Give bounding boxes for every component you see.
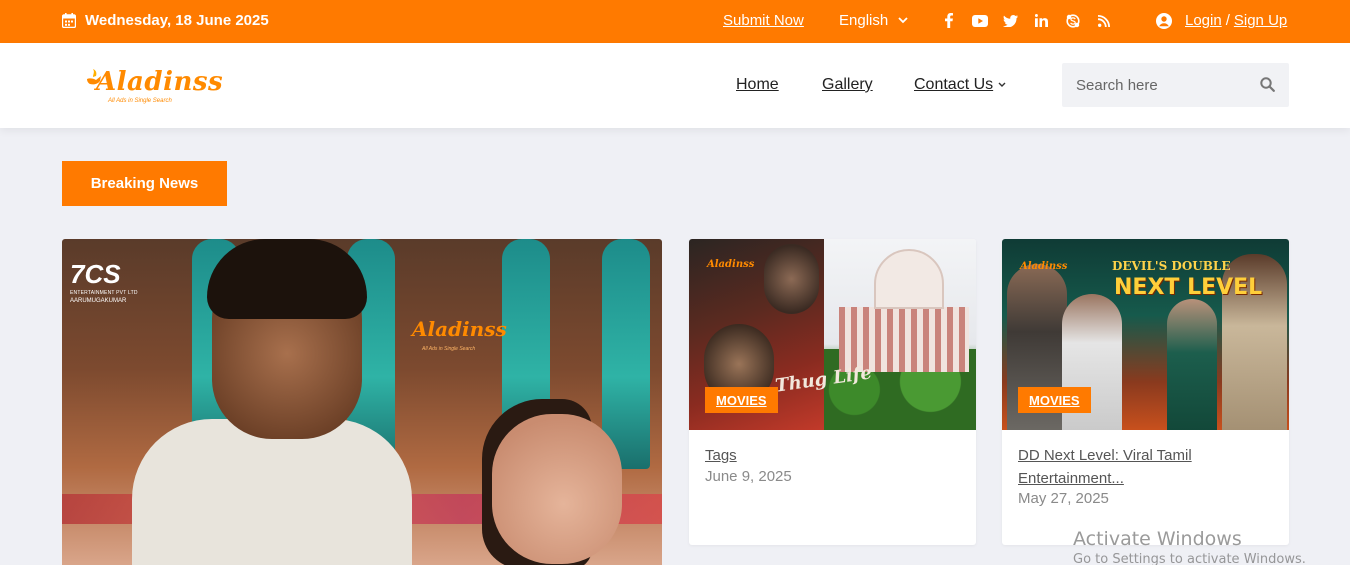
logo-text: Aladinss bbox=[96, 67, 224, 97]
user-circle-icon bbox=[1156, 12, 1172, 29]
nav-contact-us[interactable]: Contact Us bbox=[914, 76, 1006, 94]
figure-head bbox=[492, 414, 622, 564]
figure-body bbox=[132, 419, 412, 565]
nav-gallery[interactable]: Gallery bbox=[822, 76, 873, 94]
date-text: Wednesday, 18 June 2025 bbox=[85, 12, 269, 29]
news-card-date: May 27, 2025 bbox=[1018, 490, 1109, 507]
search-input[interactable] bbox=[1062, 63, 1252, 107]
poster-building bbox=[839, 307, 969, 372]
news-card-date: June 9, 2025 bbox=[705, 468, 792, 485]
calendar-icon bbox=[62, 13, 76, 28]
site-logo[interactable]: Aladinss All Ads in Single Search bbox=[84, 65, 223, 109]
news-card-title[interactable]: DD Next Level: Viral Tamil Entertainment… bbox=[1018, 444, 1268, 490]
search-box bbox=[1062, 63, 1289, 107]
breaking-news-label[interactable]: Breaking News bbox=[62, 161, 227, 206]
activate-subtitle: Go to Settings to activate Windows. bbox=[1073, 552, 1306, 565]
top-bar: Wednesday, 18 June 2025 Submit Now Engli… bbox=[0, 0, 1350, 43]
poster-title-line2: NEXT LEVEL bbox=[1114, 275, 1263, 300]
current-date: Wednesday, 18 June 2025 bbox=[62, 12, 269, 29]
image-watermark: Aladinss bbox=[412, 317, 507, 341]
bg-pillar bbox=[602, 239, 650, 469]
badge-name: AARUMUGAKUMAR bbox=[70, 298, 127, 304]
youtube-icon[interactable] bbox=[971, 12, 988, 29]
search-icon[interactable] bbox=[1260, 77, 1275, 92]
category-badge[interactable]: MOVIES bbox=[705, 387, 778, 413]
auth-links: Login / Sign Up bbox=[1156, 12, 1287, 29]
category-badge[interactable]: MOVIES bbox=[1018, 387, 1091, 413]
chevron-down-icon bbox=[998, 82, 1006, 87]
linkedin-icon[interactable] bbox=[1033, 12, 1050, 29]
news-card-thumbnail[interactable]: Aladinss DEVIL'S DOUBLE NEXT LEVEL MOVIE… bbox=[1002, 239, 1289, 430]
poster-logo: Aladinss bbox=[707, 259, 755, 270]
twitter-icon[interactable] bbox=[1002, 12, 1019, 29]
nav-home[interactable]: Home bbox=[736, 76, 779, 94]
activate-windows-watermark: Activate Windows Go to Settings to activ… bbox=[1073, 528, 1306, 565]
news-card-title[interactable]: Tags bbox=[705, 444, 955, 467]
skype-icon[interactable] bbox=[1064, 12, 1081, 29]
badge-title: 7CS bbox=[70, 259, 121, 289]
facebook-icon[interactable] bbox=[940, 12, 957, 29]
main-header: Aladinss All Ads in Single Search Home G… bbox=[0, 43, 1350, 128]
news-card-thumbnail[interactable]: Aladinss Thug Life MOVIES bbox=[689, 239, 976, 430]
figure-hair bbox=[207, 239, 367, 319]
language-label: English bbox=[839, 12, 889, 29]
auth-separator: / bbox=[1225, 12, 1230, 29]
logo-tagline: All Ads in Single Search bbox=[108, 98, 172, 104]
login-link[interactable]: Login bbox=[1185, 12, 1222, 29]
poster-logo: Aladinss bbox=[1020, 261, 1068, 272]
poster-title-line1: DEVIL'S DOUBLE bbox=[1112, 259, 1231, 273]
poster-face bbox=[764, 244, 819, 314]
news-card[interactable]: Aladinss Thug Life MOVIES Tags June 9, 2… bbox=[689, 239, 976, 545]
rss-icon[interactable] bbox=[1095, 12, 1112, 29]
signup-link[interactable]: Sign Up bbox=[1234, 12, 1287, 29]
image-watermark-tagline: All Ads in Single Search bbox=[422, 346, 476, 352]
submit-now-link[interactable]: Submit Now bbox=[723, 12, 804, 29]
nav-contact-label: Contact Us bbox=[914, 76, 994, 93]
chevron-down-icon bbox=[898, 17, 908, 24]
poster-figure bbox=[1167, 299, 1217, 430]
news-card[interactable]: Aladinss DEVIL'S DOUBLE NEXT LEVEL MOVIE… bbox=[1002, 239, 1289, 545]
badge-subtitle: ENTERTAINMENT PVT LTD bbox=[70, 290, 138, 296]
featured-news-image[interactable]: 7CS ENTERTAINMENT PVT LTD AARUMUGAKUMAR … bbox=[62, 239, 662, 565]
production-badge: 7CS ENTERTAINMENT PVT LTD AARUMUGAKUMAR bbox=[70, 259, 138, 304]
language-selector[interactable]: English bbox=[839, 12, 908, 29]
social-links bbox=[940, 12, 1112, 29]
activate-title: Activate Windows bbox=[1073, 528, 1242, 550]
